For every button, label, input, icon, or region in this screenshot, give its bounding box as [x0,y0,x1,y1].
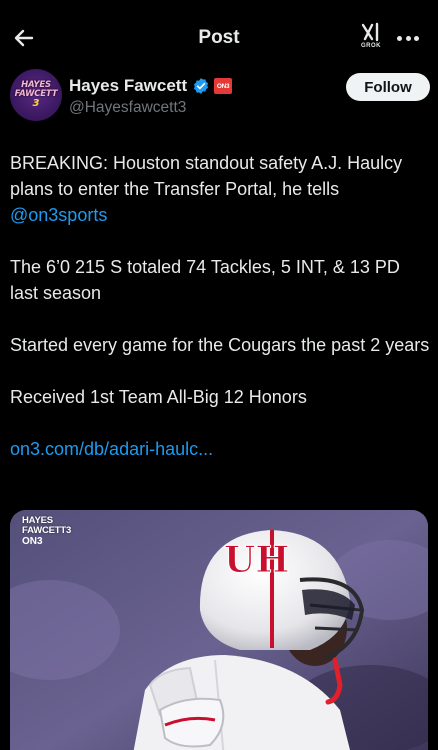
post-body: BREAKING: Houston standout safety A.J. H… [10,150,430,488]
more-horizontal-icon [397,35,403,41]
watermark-line: FAWCETT3 [22,525,72,536]
author-handle[interactable]: @Hayesfawcett3 [69,99,186,117]
svg-text:UH: UH [224,539,289,581]
verified-badge-icon [194,78,209,94]
watermark-logo: ON3 [22,536,43,547]
top-bar: Post GROK [0,0,438,76]
more-options-button[interactable] [394,26,422,50]
mention-link[interactable]: @on3sports [10,205,107,225]
author-row: HAYES FAWCETT 3 Hayes Fawcett ON3 @Hayes… [10,69,430,127]
more-dot [405,35,411,41]
more-dot [413,35,419,41]
avatar[interactable]: HAYES FAWCETT 3 [10,69,62,121]
post-paragraph: The 6’0 215 S totaled 74 Tackles, 5 INT,… [10,257,400,303]
post-text-segment: BREAKING: Houston standout safety A.J. H… [10,153,403,199]
post-paragraph: BREAKING: Houston standout safety A.J. H… [10,150,430,228]
post-paragraph: Received 1st Team All-Big 12 Honors [10,387,307,407]
image-watermark: HAYES FAWCETT3 ON3 [22,516,72,548]
player-photo-illustration: UH [10,510,428,750]
grok-label: GROK [361,43,381,49]
external-link[interactable]: on3.com/db/adari-haulc... [10,439,213,459]
author-name[interactable]: Hayes Fawcett [69,76,187,96]
post-paragraph: Started every game for the Cougars the p… [10,335,430,355]
grok-icon [361,22,379,42]
avatar-text-line: 3 [32,98,40,109]
affiliation-badge[interactable]: ON3 [214,78,233,94]
grok-button[interactable]: GROK [356,22,386,56]
author-name-row: Hayes Fawcett ON3 [69,76,233,96]
post-media-image[interactable]: UH HAYES FAWCETT3 ON3 [10,510,428,750]
follow-button[interactable]: Follow [346,73,430,101]
